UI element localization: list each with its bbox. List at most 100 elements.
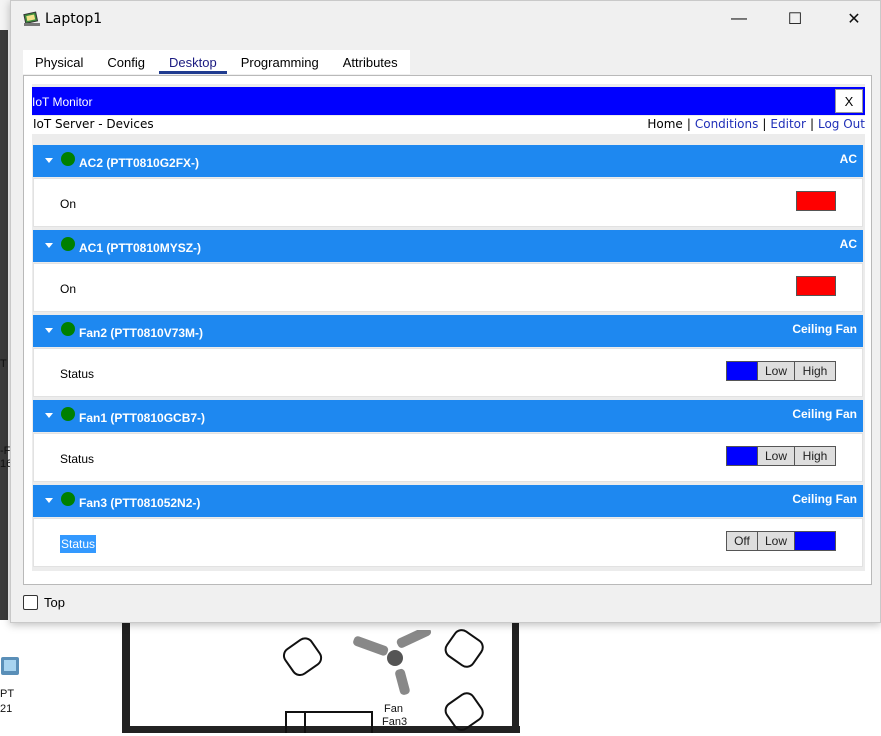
- minimize-icon: —: [731, 10, 747, 27]
- minimize-button[interactable]: —: [716, 5, 762, 33]
- tab-config[interactable]: Config: [95, 50, 157, 74]
- device-type: AC: [839, 152, 857, 166]
- expand-caret-icon[interactable]: [45, 498, 53, 503]
- device-type: Ceiling Fan: [792, 407, 857, 421]
- device-body: On: [33, 263, 863, 312]
- device-body: On: [33, 178, 863, 227]
- edge-label: T: [0, 358, 7, 370]
- device-list: AC2 (PTT0810G2FX-) AC On AC1 (PTT0810MYS…: [33, 145, 863, 570]
- nav-separator: |: [762, 117, 767, 131]
- edge-label: -F: [0, 445, 11, 457]
- device-name: Fan2 (PTT0810V73M-): [79, 326, 204, 340]
- on-toggle[interactable]: [796, 191, 836, 211]
- device-type: AC: [839, 237, 857, 251]
- wall: [512, 622, 519, 733]
- wall-left: [0, 30, 8, 630]
- device-body: Status Off Low High: [33, 348, 863, 397]
- device-fan2: Fan2 (PTT0810V73M-) Ceiling Fan Status O…: [33, 315, 863, 398]
- device-type: Ceiling Fan: [792, 492, 857, 506]
- fan-off-button[interactable]: Off: [727, 362, 758, 380]
- top-checkbox-label: Top: [44, 595, 65, 610]
- close-icon: ✕: [847, 11, 861, 28]
- iot-close-button[interactable]: X: [835, 89, 863, 113]
- chair-icon: [444, 629, 484, 668]
- pc-icon[interactable]: [0, 656, 20, 682]
- fan-high-button[interactable]: High: [795, 362, 835, 380]
- iot-monitor-title: IoT Monitor: [32, 95, 93, 109]
- list-bottom: [32, 571, 865, 579]
- fan-low-button[interactable]: Low: [758, 447, 795, 465]
- tab-desktop[interactable]: Desktop: [157, 50, 229, 74]
- tab-physical[interactable]: Physical: [23, 50, 95, 74]
- status-dot-icon: [61, 237, 75, 251]
- tab-bar: Physical Config Desktop Programming Attr…: [23, 50, 410, 74]
- laptop1-window: Laptop1 — ☐ ✕ Physical Config Desktop Pr…: [10, 0, 881, 623]
- nav-editor-link[interactable]: Editor: [770, 117, 806, 131]
- device-body: Status Off Low High: [33, 433, 863, 482]
- property-label: On: [60, 197, 77, 211]
- status-dot-icon: [61, 152, 75, 166]
- expand-caret-icon[interactable]: [45, 413, 53, 418]
- chair-icon: [444, 692, 484, 731]
- desktop-panel: IoT Monitor X IoT Server - Devices Home |…: [23, 75, 872, 585]
- property-label: Status: [60, 535, 97, 553]
- chair-icon: [282, 637, 323, 677]
- fan-speed-selector: Off Low High: [726, 361, 836, 381]
- maximize-button[interactable]: ☐: [772, 5, 818, 33]
- maximize-icon: ☐: [787, 11, 803, 28]
- fan-high-button[interactable]: High: [795, 532, 835, 550]
- device-type: Ceiling Fan: [792, 322, 857, 336]
- server-nav-row: IoT Server - Devices Home | Conditions | Edi…: [32, 116, 865, 134]
- device-ac1: AC1 (PTT0810MYSZ-) AC On: [33, 230, 863, 313]
- wall: [122, 622, 130, 733]
- expand-caret-icon[interactable]: [45, 158, 53, 163]
- fan-speed-selector: Off Low High: [726, 531, 836, 551]
- nav-links: Home | Conditions | Editor | Log Out: [647, 117, 865, 131]
- device-header[interactable]: AC1 (PTT0810MYSZ-) AC: [33, 230, 863, 262]
- fan-high-button[interactable]: High: [795, 447, 835, 465]
- status-dot-icon: [61, 492, 75, 506]
- device-header[interactable]: Fan1 (PTT0810GCB7-) Ceiling Fan: [33, 400, 863, 432]
- device-ac2: AC2 (PTT0810G2FX-) AC On: [33, 145, 863, 228]
- device-body: Status Off Low High: [33, 518, 863, 567]
- device-name: AC1 (PTT0810MYSZ-): [79, 241, 202, 255]
- device-header[interactable]: AC2 (PTT0810G2FX-) AC: [33, 145, 863, 177]
- nav-conditions-link[interactable]: Conditions: [695, 117, 759, 131]
- iot-monitor-header: IoT Monitor X: [32, 87, 865, 115]
- device-header[interactable]: Fan2 (PTT0810V73M-) Ceiling Fan: [33, 315, 863, 347]
- device-fan3: Fan3 (PTT081052N2-) Ceiling Fan Status O…: [33, 485, 863, 568]
- fan-off-button[interactable]: Off: [727, 447, 758, 465]
- fan-off-button[interactable]: Off: [727, 532, 758, 550]
- title-bar[interactable]: Laptop1 — ☐ ✕: [11, 1, 880, 37]
- laptop-icon: [23, 11, 40, 26]
- fan-low-button[interactable]: Low: [758, 532, 795, 550]
- server-title: IoT Server - Devices: [33, 117, 154, 131]
- device-label: PT: [0, 688, 15, 700]
- tab-programming[interactable]: Programming: [229, 50, 331, 74]
- floor-plan: PT 21 Fan Fan3: [0, 620, 881, 733]
- tab-attributes[interactable]: Attributes: [331, 50, 410, 74]
- property-label: Status: [60, 452, 95, 466]
- nav-separator: |: [809, 117, 814, 131]
- nav-home-link[interactable]: Home: [647, 117, 682, 131]
- property-label: On: [60, 282, 77, 296]
- nav-separator: |: [686, 117, 691, 131]
- ceiling-fan-icon[interactable]: [345, 630, 445, 702]
- device-name: Fan3 (PTT081052N2-): [79, 496, 201, 510]
- expand-caret-icon[interactable]: [45, 243, 53, 248]
- fan-speed-selector: Off Low High: [726, 446, 836, 466]
- expand-caret-icon[interactable]: [45, 328, 53, 333]
- close-button[interactable]: ✕: [831, 5, 877, 33]
- iot-monitor-app: IoT Monitor X IoT Server - Devices Home |…: [32, 84, 865, 579]
- device-name: Fan1 (PTT0810GCB7-): [79, 411, 206, 425]
- fan-low-button[interactable]: Low: [758, 362, 795, 380]
- device-header[interactable]: Fan3 (PTT081052N2-) Ceiling Fan: [33, 485, 863, 517]
- window-title: Laptop1: [45, 11, 103, 27]
- nav-logout-link[interactable]: Log Out: [818, 117, 865, 131]
- on-toggle[interactable]: [796, 276, 836, 296]
- device-fan1: Fan1 (PTT0810GCB7-) Ceiling Fan Status O…: [33, 400, 863, 483]
- status-dot-icon: [61, 322, 75, 336]
- top-checkbox[interactable]: [23, 595, 38, 610]
- status-dot-icon: [61, 407, 75, 421]
- device-label: Fan: [384, 703, 403, 715]
